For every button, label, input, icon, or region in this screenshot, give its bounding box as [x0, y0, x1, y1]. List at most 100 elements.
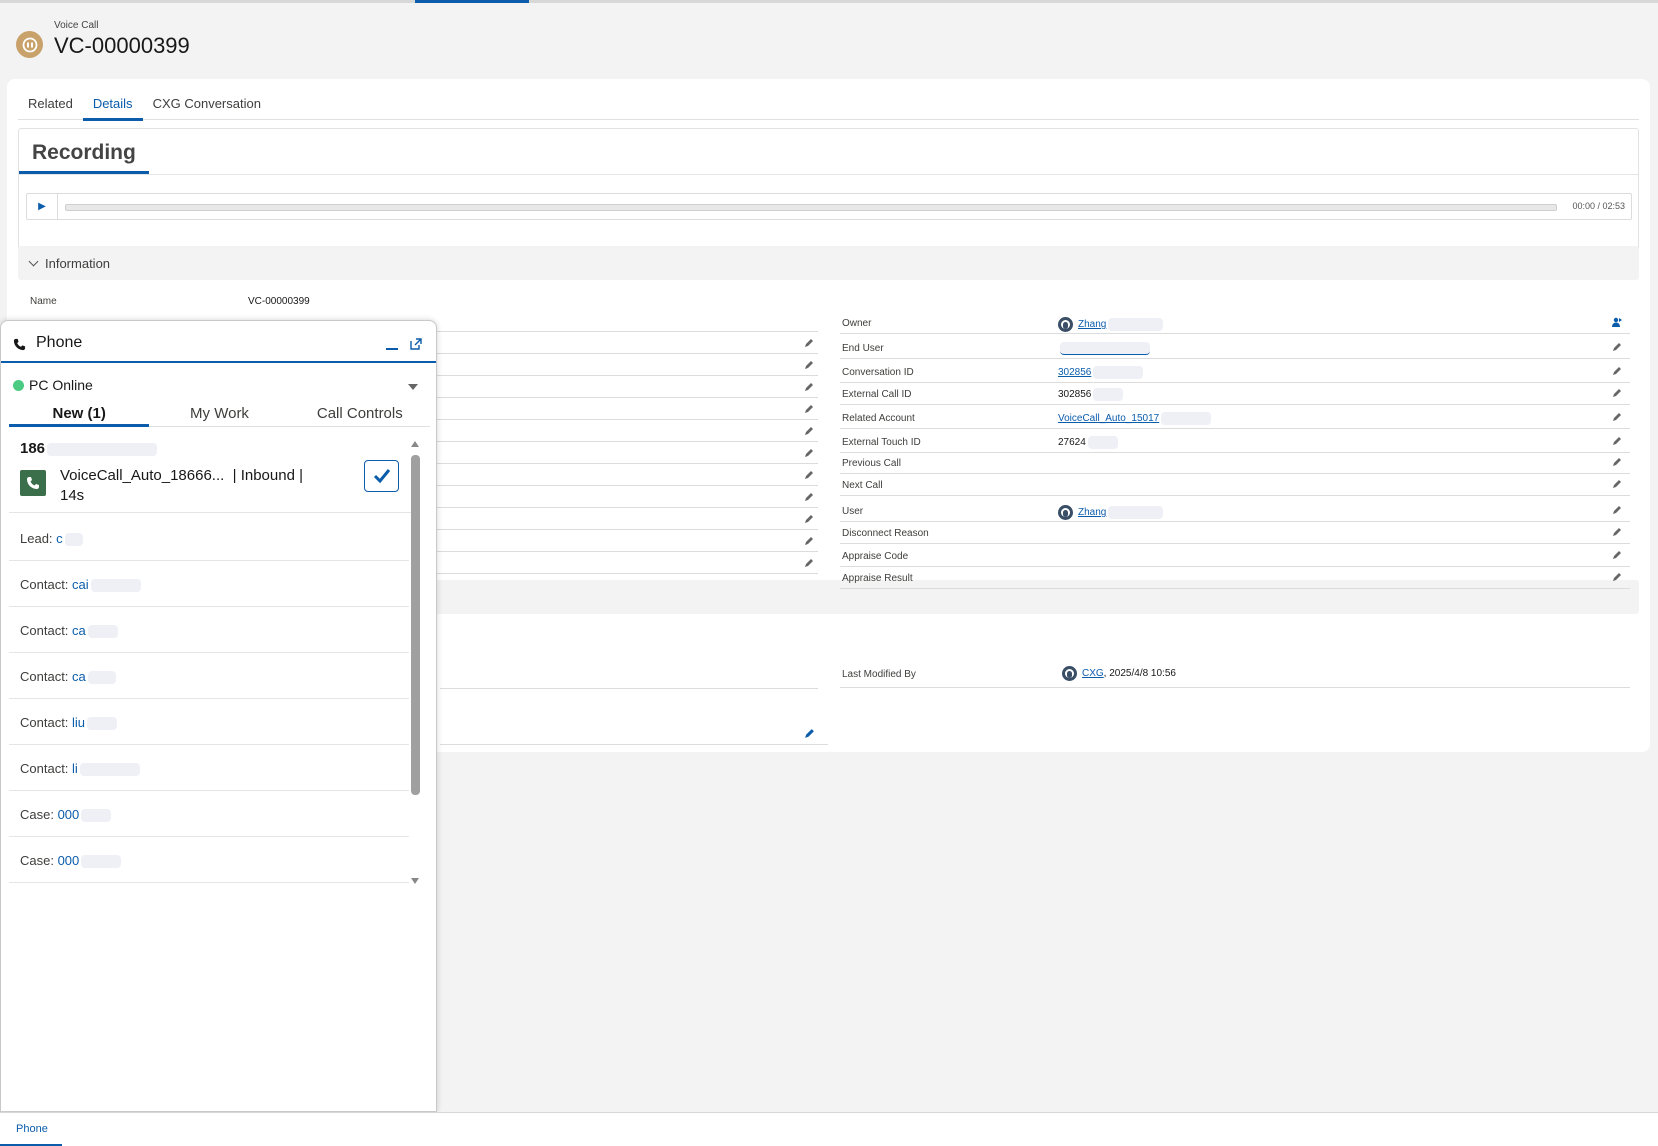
change-owner-icon[interactable]	[1612, 317, 1622, 327]
field-row: Previous Call	[840, 453, 1630, 474]
field-label: User	[842, 506, 864, 517]
user-avatar-icon	[1058, 505, 1073, 520]
field-value[interactable]: Zhang	[1058, 505, 1164, 520]
field-row-divider	[437, 397, 818, 398]
scroll-up-icon[interactable]	[411, 441, 419, 447]
field-row: Next Call	[840, 474, 1630, 496]
information-section-header[interactable]: Information	[18, 246, 1639, 280]
utility-item-phone[interactable]: Phone	[0, 1113, 62, 1146]
phone-tabs: New (1) My Work Call Controls	[9, 399, 430, 427]
related-record-item[interactable]: Contact: ca	[9, 606, 409, 653]
work-item-number: 186	[20, 440, 158, 457]
edit-pencil-icon[interactable]	[804, 360, 814, 370]
field-row-divider	[437, 485, 818, 486]
left-system-divider-2	[440, 744, 828, 745]
top-nav-active-indicator	[415, 0, 529, 3]
presence-status-label: PC Online	[29, 377, 93, 393]
field-label: Next Call	[842, 480, 883, 491]
edit-pencil-icon[interactable]	[804, 558, 814, 568]
scroll-thumb[interactable]	[411, 455, 420, 795]
edit-pencil-icon[interactable]	[1612, 527, 1622, 537]
pop-out-icon[interactable]	[410, 338, 422, 350]
edit-pencil-icon[interactable]	[1612, 366, 1622, 376]
edit-pencil-icon[interactable]	[804, 426, 814, 436]
field-row-divider	[437, 419, 818, 420]
tab-new[interactable]: New (1)	[9, 399, 150, 427]
related-record-item[interactable]: Lead: c	[9, 514, 409, 561]
edit-pencil-icon[interactable]	[1612, 457, 1622, 467]
edit-pencil-icon[interactable]	[804, 492, 814, 502]
edit-pencil-icon[interactable]	[1612, 550, 1622, 560]
audio-progress-track[interactable]	[65, 204, 1557, 211]
field-value[interactable]: Zhang	[1058, 317, 1164, 332]
field-row: User Zhang	[840, 496, 1630, 522]
related-record-item[interactable]: Contact: liu	[9, 698, 409, 745]
phone-call-icon	[20, 470, 46, 496]
last-modified-user-link[interactable]: CXG	[1082, 668, 1104, 679]
work-list-scrollbar[interactable]	[411, 441, 421, 884]
accept-work-button[interactable]	[364, 460, 399, 492]
presence-status[interactable]: PC Online	[13, 377, 93, 393]
related-record-item[interactable]: Contact: cai	[9, 560, 409, 607]
checkmark-icon	[373, 469, 390, 484]
record-tabs: Related Details CXG Conversation	[18, 79, 1639, 121]
user-avatar-icon	[1058, 317, 1073, 332]
edit-pencil-icon[interactable]	[1612, 412, 1622, 422]
edit-pencil-icon[interactable]	[1612, 505, 1622, 515]
tab-details[interactable]: Details	[82, 79, 143, 121]
related-record-item[interactable]: Case: 000	[9, 836, 409, 883]
edit-pencil-icon[interactable]	[1612, 436, 1622, 446]
voice-call-icon	[16, 31, 43, 58]
audio-time: 00:00 / 02:53	[1572, 201, 1625, 211]
top-nav-strip	[0, 0, 1658, 3]
tab-cxg-conversation[interactable]: CXG Conversation	[143, 79, 271, 120]
edit-pencil-icon[interactable]	[804, 470, 814, 480]
tab-my-work[interactable]: My Work	[149, 399, 289, 426]
field-label: Appraise Result	[842, 573, 913, 584]
edit-pencil-icon[interactable]	[804, 404, 814, 414]
edit-pencil-icon[interactable]	[1612, 479, 1622, 489]
field-label: Appraise Code	[842, 551, 909, 562]
field-row: Appraise Result	[840, 567, 1630, 589]
field-row-divider	[437, 375, 818, 376]
minimize-icon[interactable]	[386, 348, 398, 350]
edit-pencil-icon[interactable]	[804, 448, 814, 458]
work-list: 186 VoiceCall_Auto_18666... | Inbound | 1…	[9, 428, 412, 884]
last-modified-date: , 2025/4/8 10:56	[1103, 668, 1176, 680]
play-button[interactable]: ▶	[27, 194, 58, 219]
field-row-divider	[437, 463, 818, 464]
field-row-divider	[437, 573, 818, 574]
phone-panel-title: Phone	[36, 334, 83, 351]
field-value[interactable]: 302856	[1058, 366, 1144, 379]
related-record-item[interactable]: Contact: ca	[9, 652, 409, 699]
online-status-dot	[13, 379, 24, 391]
recording-section: Recording ▶ 00:00 / 02:53	[18, 128, 1639, 250]
field-label: Previous Call	[842, 458, 901, 469]
field-value[interactable]: VoiceCall_Auto_15017	[1058, 412, 1212, 425]
field-value: 27624	[1058, 436, 1118, 449]
field-row: Appraise Code	[840, 544, 1630, 567]
tab-call-controls[interactable]: Call Controls	[290, 399, 430, 426]
audio-player: ▶ 00:00 / 02:53	[26, 193, 1632, 220]
field-row-divider	[437, 551, 818, 552]
edit-pencil-icon[interactable]	[804, 338, 814, 348]
edit-pencil-icon[interactable]	[804, 382, 814, 392]
related-record-item[interactable]: Case: 000	[9, 790, 409, 837]
tab-related[interactable]: Related	[18, 79, 83, 120]
related-record-item[interactable]: Contact: li	[9, 744, 409, 791]
work-item[interactable]: 186 VoiceCall_Auto_18666... | Inbound | 1…	[9, 428, 412, 513]
user-avatar-icon	[1062, 666, 1077, 681]
edit-pencil-icon[interactable]	[804, 514, 814, 524]
edit-pencil-icon[interactable]	[804, 536, 814, 546]
last-modified-divider	[840, 687, 1630, 688]
edit-pencil-icon[interactable]	[804, 728, 815, 739]
scroll-down-icon[interactable]	[411, 878, 419, 884]
last-modified-label: Last Modified By	[842, 669, 916, 680]
field-label: Disconnect Reason	[842, 528, 929, 539]
edit-pencil-icon[interactable]	[1612, 388, 1622, 398]
field-row: Owner Zhang	[840, 312, 1630, 334]
chevron-down-icon[interactable]	[408, 384, 418, 390]
edit-pencil-icon[interactable]	[1612, 342, 1622, 352]
field-label: Related Account	[842, 413, 915, 424]
edit-pencil-icon[interactable]	[1612, 572, 1622, 582]
